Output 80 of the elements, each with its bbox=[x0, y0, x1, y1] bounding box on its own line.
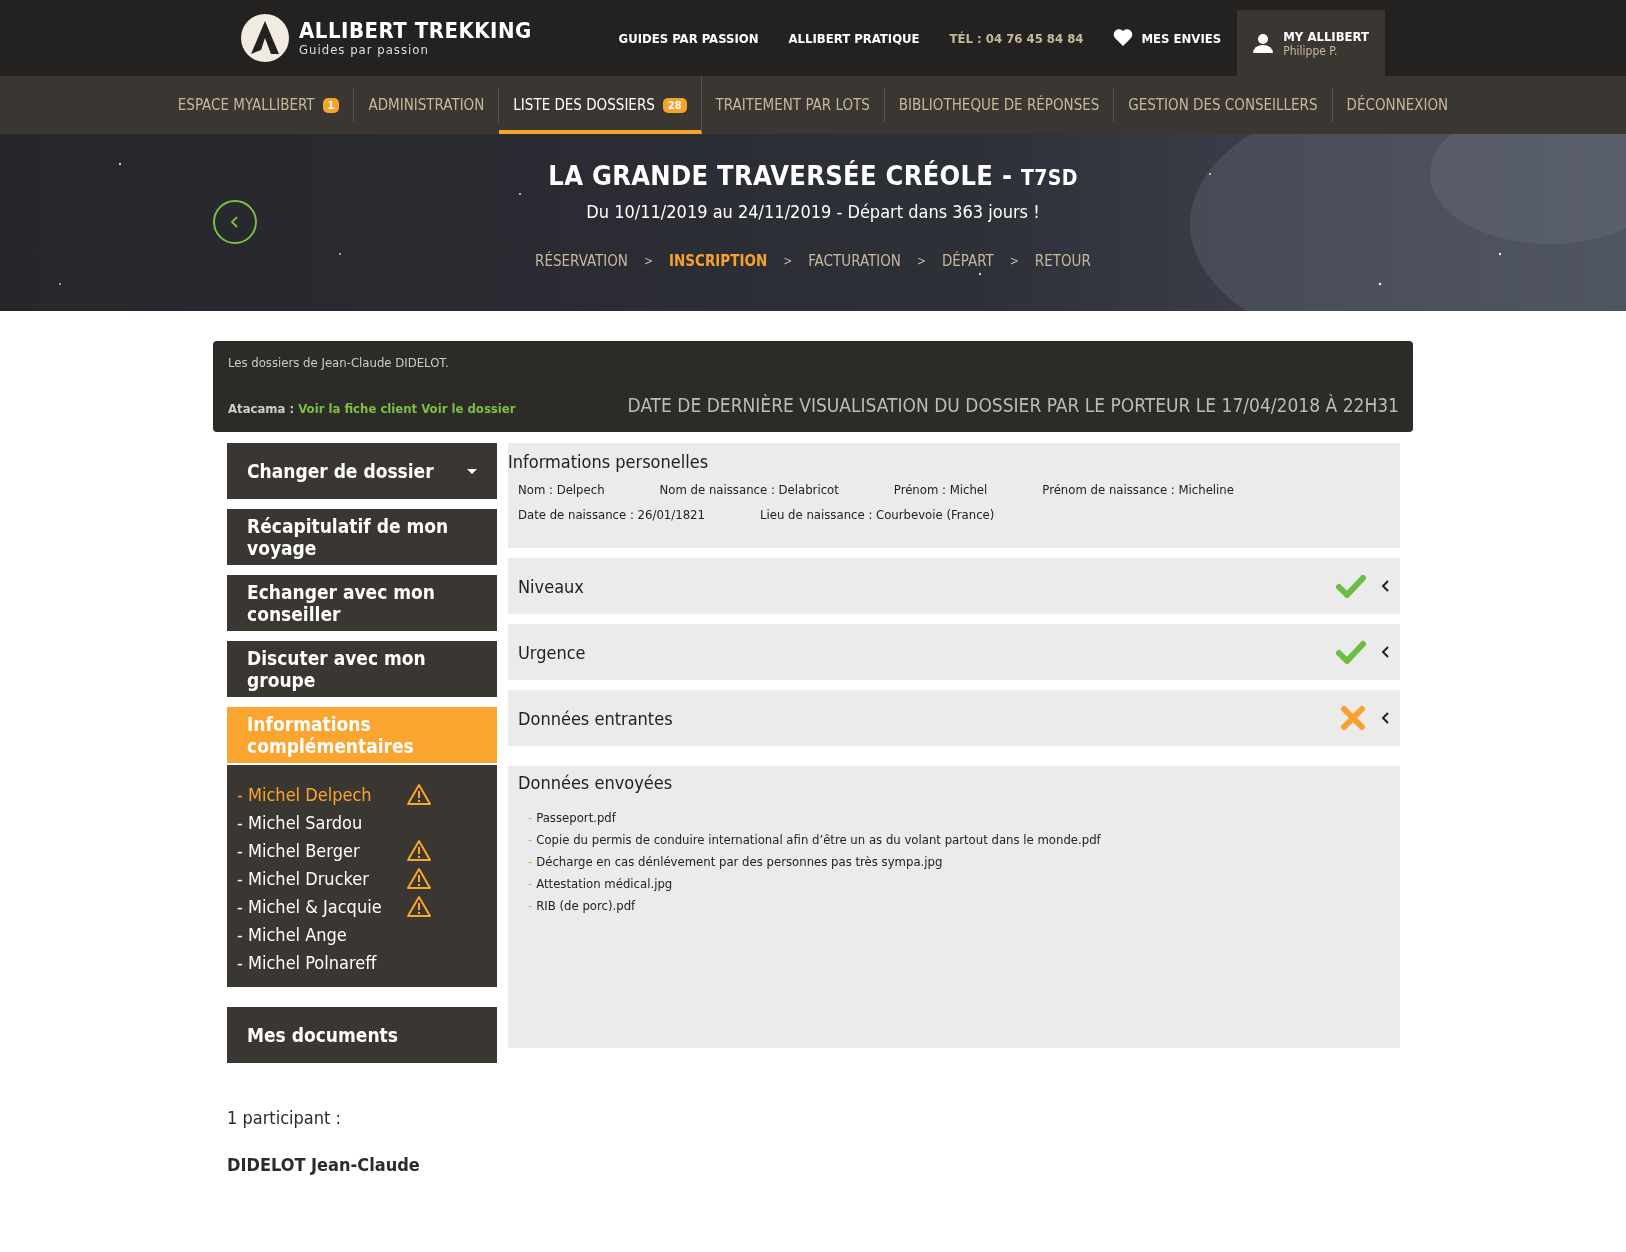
dossier-link[interactable]: Voir la fiche client bbox=[298, 401, 418, 416]
file-link[interactable]: Attestation médical.jpg bbox=[536, 873, 673, 895]
progress-step[interactable]: RETOUR bbox=[1034, 252, 1091, 270]
step-separator: > bbox=[1009, 254, 1019, 268]
bullet-mark: - bbox=[528, 809, 533, 827]
field-value: Lieu de naissance : Courbevoie (France) bbox=[760, 507, 995, 522]
chevron-left-icon bbox=[1380, 711, 1390, 725]
bullet-mark: - bbox=[528, 853, 533, 871]
section-header[interactable]: Urgence bbox=[508, 624, 1400, 680]
nav-tab[interactable]: ADMINISTRATION bbox=[354, 88, 500, 122]
file-link[interactable]: Passeport.pdf bbox=[536, 807, 616, 829]
caret-icon bbox=[467, 468, 477, 474]
section-header[interactable]: Données entrantes bbox=[508, 690, 1400, 746]
logo-icon bbox=[241, 14, 289, 62]
sidebar-item[interactable]: Echanger avec mon conseiller bbox=[227, 575, 497, 631]
sub-menu-item[interactable]: - Michel Delpech bbox=[237, 783, 407, 805]
account-title: MY ALLIBERT bbox=[1283, 28, 1369, 44]
nav-tab[interactable]: TRAITEMENT PAR LOTS bbox=[701, 88, 885, 122]
sidebar-item[interactable]: Discuter avec mon groupe bbox=[227, 641, 497, 697]
sidebar-item[interactable]: Mes documents bbox=[227, 1007, 497, 1063]
sub-menu-item[interactable]: - Michel Berger bbox=[237, 839, 407, 861]
progress-step[interactable]: RÉSERVATION bbox=[535, 252, 628, 270]
field-value: Date de naissance : 26/01/1821 bbox=[518, 507, 705, 522]
sub-menu-item[interactable]: - Michel Ange bbox=[237, 923, 407, 945]
file-link[interactable]: RIB (de porc).pdf bbox=[536, 895, 636, 917]
count-badge: 1 bbox=[322, 97, 340, 113]
sub-menu-item[interactable]: - Michel Sardou bbox=[237, 811, 407, 833]
section-header[interactable]: Niveaux bbox=[508, 558, 1400, 614]
sub-menu-item[interactable]: - Michel Drucker bbox=[237, 867, 407, 889]
brand-tagline: Guides par passion bbox=[299, 41, 430, 57]
panel-title: Niveaux bbox=[518, 575, 584, 597]
progress-step[interactable]: INSCRIPTION bbox=[668, 252, 768, 270]
chevron-left-icon bbox=[1380, 645, 1390, 659]
last-view-date: DATE DE DERNIÈRE VISUALISATION DU DOSSIER PAR LE PORTEUR LE 17/04/2018 À 22H31 bbox=[627, 394, 1399, 416]
nav-tab[interactable]: ESPACE MYALLIBERT 1 bbox=[163, 88, 355, 122]
panel-title: Urgence bbox=[518, 641, 586, 663]
heart-icon bbox=[1113, 28, 1134, 48]
participant-name: DIDELOT Jean-Claude bbox=[227, 1154, 421, 1175]
sidebar-item[interactable]: Récapitulatif de mon voyage bbox=[227, 509, 497, 565]
brand-name: ALLIBERT TREKKING bbox=[299, 19, 532, 42]
chevron-left-icon bbox=[229, 215, 241, 229]
wishlist-link[interactable]: MES ENVIES bbox=[1141, 30, 1222, 46]
nav-tab[interactable]: BIBLIOTHEQUE DE RÉPONSES bbox=[884, 88, 1115, 122]
progress-step[interactable]: FACTURATION bbox=[808, 252, 901, 270]
user-icon bbox=[1253, 33, 1274, 53]
field-value: Nom : Delpech bbox=[518, 482, 605, 497]
source-label: Atacama : bbox=[228, 401, 295, 416]
bullet-mark: - bbox=[528, 875, 533, 893]
file-link[interactable]: Décharge en cas dénlévement par des personnes pas très sympa.jpg bbox=[536, 851, 943, 873]
file-link[interactable]: Copie du permis de conduire international afin d’être un as du volant partout dans le monde.pdf bbox=[536, 829, 1101, 851]
sidebar-item[interactable]: Changer de dossier bbox=[227, 443, 497, 499]
step-separator: > bbox=[783, 254, 793, 268]
dossier-owner: Les dossiers de Jean-Claude DIDELOT. bbox=[228, 355, 450, 370]
sub-menu-item[interactable]: - Michel & Jacquie bbox=[237, 895, 407, 917]
panel-title: Données envoyées bbox=[518, 772, 674, 793]
bullet-mark: - bbox=[528, 897, 533, 915]
step-separator: > bbox=[916, 254, 926, 268]
nav-tab[interactable]: GESTION DES CONSEILLERS bbox=[1114, 88, 1333, 122]
chevron-left-icon bbox=[1380, 579, 1390, 593]
nav-tab[interactable]: DÉCONNEXION bbox=[1332, 88, 1463, 122]
panel-title: Informations personelles bbox=[508, 451, 710, 472]
count-badge: 28 bbox=[662, 97, 687, 113]
sub-menu-item[interactable]: - Michel Polnareff bbox=[237, 951, 407, 973]
back-button[interactable] bbox=[213, 200, 257, 244]
panel-title: Données entrantes bbox=[518, 707, 673, 729]
trip-dates: Du 10/11/2019 au 24/11/2019 - Départ dans 363 jours ! bbox=[586, 201, 1040, 222]
dossier-link[interactable]: Voir le dossier bbox=[421, 401, 516, 416]
trip-title: LA GRANDE TRAVERSÉE CRÉOLE - T7SD bbox=[548, 160, 1078, 191]
header-link[interactable]: GUIDES PAR PASSION bbox=[618, 30, 759, 46]
header-link[interactable]: ALLIBERT PRATIQUE bbox=[788, 30, 920, 46]
step-separator: > bbox=[643, 254, 653, 268]
account-menu[interactable]: MY ALLIBERT Philippe P. bbox=[1237, 10, 1385, 76]
progress-step[interactable]: DÉPART bbox=[941, 252, 994, 270]
phone-number: TÉL : 04 76 45 84 84 bbox=[949, 30, 1084, 46]
field-value: Prénom : Michel bbox=[893, 482, 988, 497]
bullet-mark: - bbox=[528, 831, 533, 849]
account-name: Philippe P. bbox=[1283, 43, 1339, 58]
field-value: Prénom de naissance : Micheline bbox=[1042, 482, 1234, 497]
participant-count: 1 participant : bbox=[227, 1107, 342, 1128]
field-value: Nom de naissance : Delabricot bbox=[659, 482, 839, 497]
